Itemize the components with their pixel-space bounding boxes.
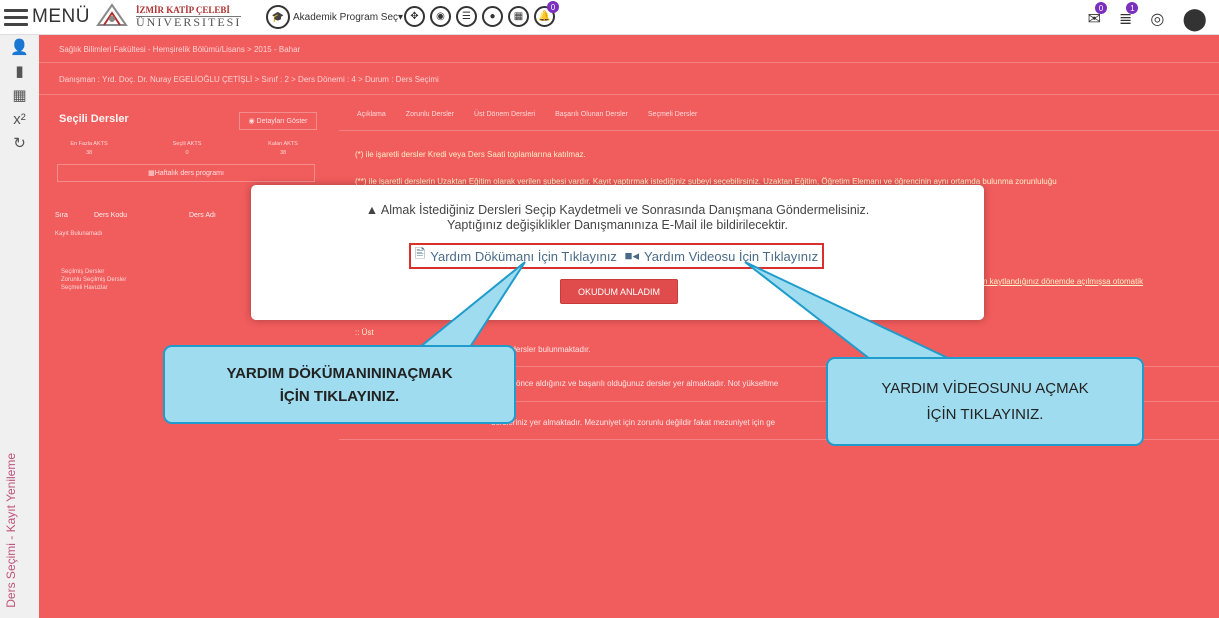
- callout-video-line2: İÇİN TIKLAYINIZ.: [926, 405, 1044, 423]
- callout-document-line1: YARDIM DÖKÜMANININAÇMAK: [226, 364, 453, 382]
- callout-pointers: [417, 261, 951, 360]
- callout-video: YARDIM VİDEOSUNU AÇMAK İÇİN TIKLAYINIZ.: [826, 357, 1144, 446]
- callout-document: YARDIM DÖKÜMANININAÇMAK İÇİN TIKLAYINIZ.: [163, 345, 516, 424]
- callout-document-line2: İÇİN TIKLAYINIZ.: [279, 387, 400, 405]
- callout-video-line1: YARDIM VİDEOSUNU AÇMAK: [881, 379, 1089, 397]
